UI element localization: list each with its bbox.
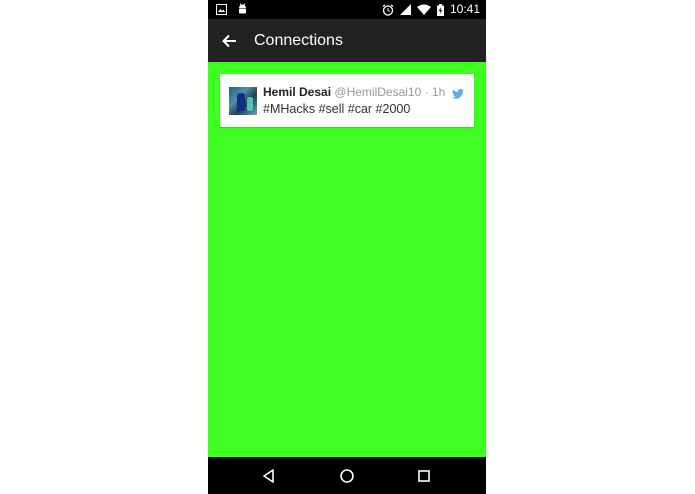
avatar[interactable] [229,87,257,115]
arrow-left-icon[interactable] [219,30,241,52]
tweet-time: 1h [431,85,446,99]
gallery-notification-icon [216,3,227,15]
android-debug-icon [237,3,248,15]
tweet-handle[interactable]: @HemilDesai10 [334,85,421,99]
home-circle-icon[interactable] [338,467,356,485]
tweet-separator: · [424,85,429,99]
tweet-card[interactable]: Hemil Desai @HemilDesai10 · 1h #MHacks #… [220,74,474,127]
phone-screen: 10:41 Connections Hemil Desai @HemilDesa… [208,0,486,494]
status-bar: 10:41 [208,0,486,19]
recents-square-icon[interactable] [415,467,433,485]
wifi-icon [416,4,431,15]
app-bar: Connections [208,19,486,62]
tweet-header: Hemil Desai @HemilDesai10 · 1h [263,85,445,99]
alarm-icon [382,3,394,16]
signal-icon [399,4,411,15]
navigation-bar [208,457,486,494]
status-clock: 10:41 [449,2,480,16]
page-title: Connections [254,32,343,49]
tweet-text: #MHacks #sell #car #2000 [263,102,411,116]
back-triangle-icon[interactable] [260,467,278,485]
twitter-bird-icon [452,86,464,99]
battery-charging-icon [436,3,444,16]
tweet-author-name[interactable]: Hemil Desai [263,85,331,99]
